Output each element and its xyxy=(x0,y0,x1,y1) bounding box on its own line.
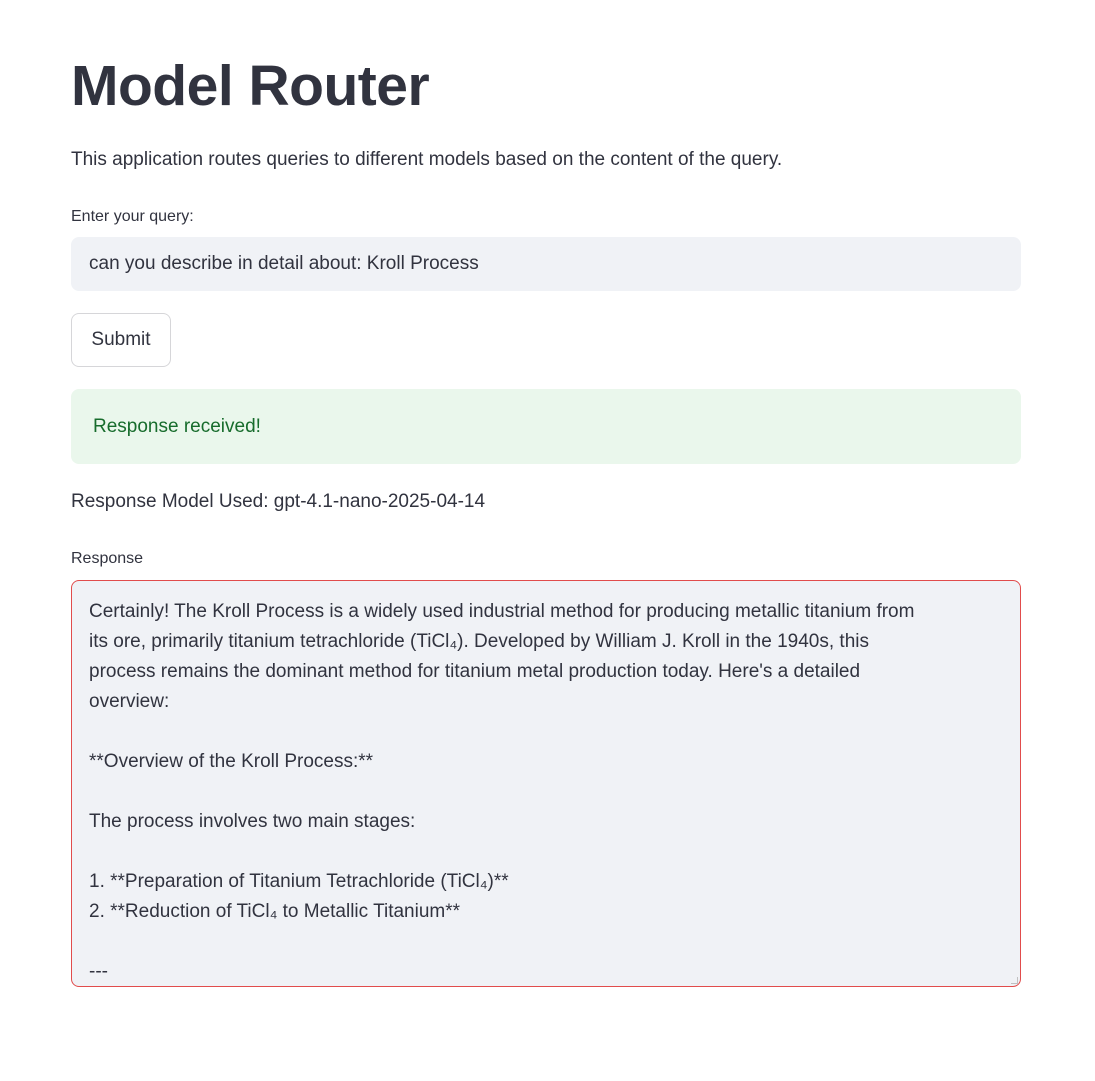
response-label: Response xyxy=(71,550,144,567)
submit-button[interactable]: Submit xyxy=(71,313,171,367)
query-input[interactable] xyxy=(71,237,1021,291)
success-alert-text: Response received! xyxy=(93,415,261,437)
response-text: Certainly! The Kroll Process is a widely… xyxy=(89,597,1003,986)
response-line: overview: xyxy=(89,691,170,712)
response-line xyxy=(89,927,1003,957)
resize-handle-icon[interactable] xyxy=(1011,977,1018,984)
response-line xyxy=(89,777,1003,807)
page-title: Model Router xyxy=(71,54,430,118)
query-label: Enter your query: xyxy=(71,208,194,225)
response-line: The process involves two main stages: xyxy=(89,811,416,832)
response-line: --- xyxy=(89,961,108,982)
response-line: **Overview of the Kroll Process:** xyxy=(89,751,374,772)
response-line: 1. **Preparation of Titanium Tetrachlori… xyxy=(89,871,509,892)
response-line xyxy=(89,717,1003,747)
response-line xyxy=(89,837,1003,867)
response-model-text: Response Model Used: gpt-4.1-nano-2025-0… xyxy=(71,491,486,512)
success-alert: Response received! xyxy=(71,389,1021,464)
page-description: This application routes queries to diffe… xyxy=(71,149,783,170)
response-line: its ore, primarily titanium tetrachlorid… xyxy=(89,631,869,652)
response-line: Certainly! The Kroll Process is a widely… xyxy=(89,601,915,622)
response-line: process remains the dominant method for … xyxy=(89,661,861,682)
response-line: 2. **Reduction of TiCl₄ to Metallic Tita… xyxy=(89,901,461,922)
response-textarea[interactable]: Certainly! The Kroll Process is a widely… xyxy=(71,580,1021,987)
